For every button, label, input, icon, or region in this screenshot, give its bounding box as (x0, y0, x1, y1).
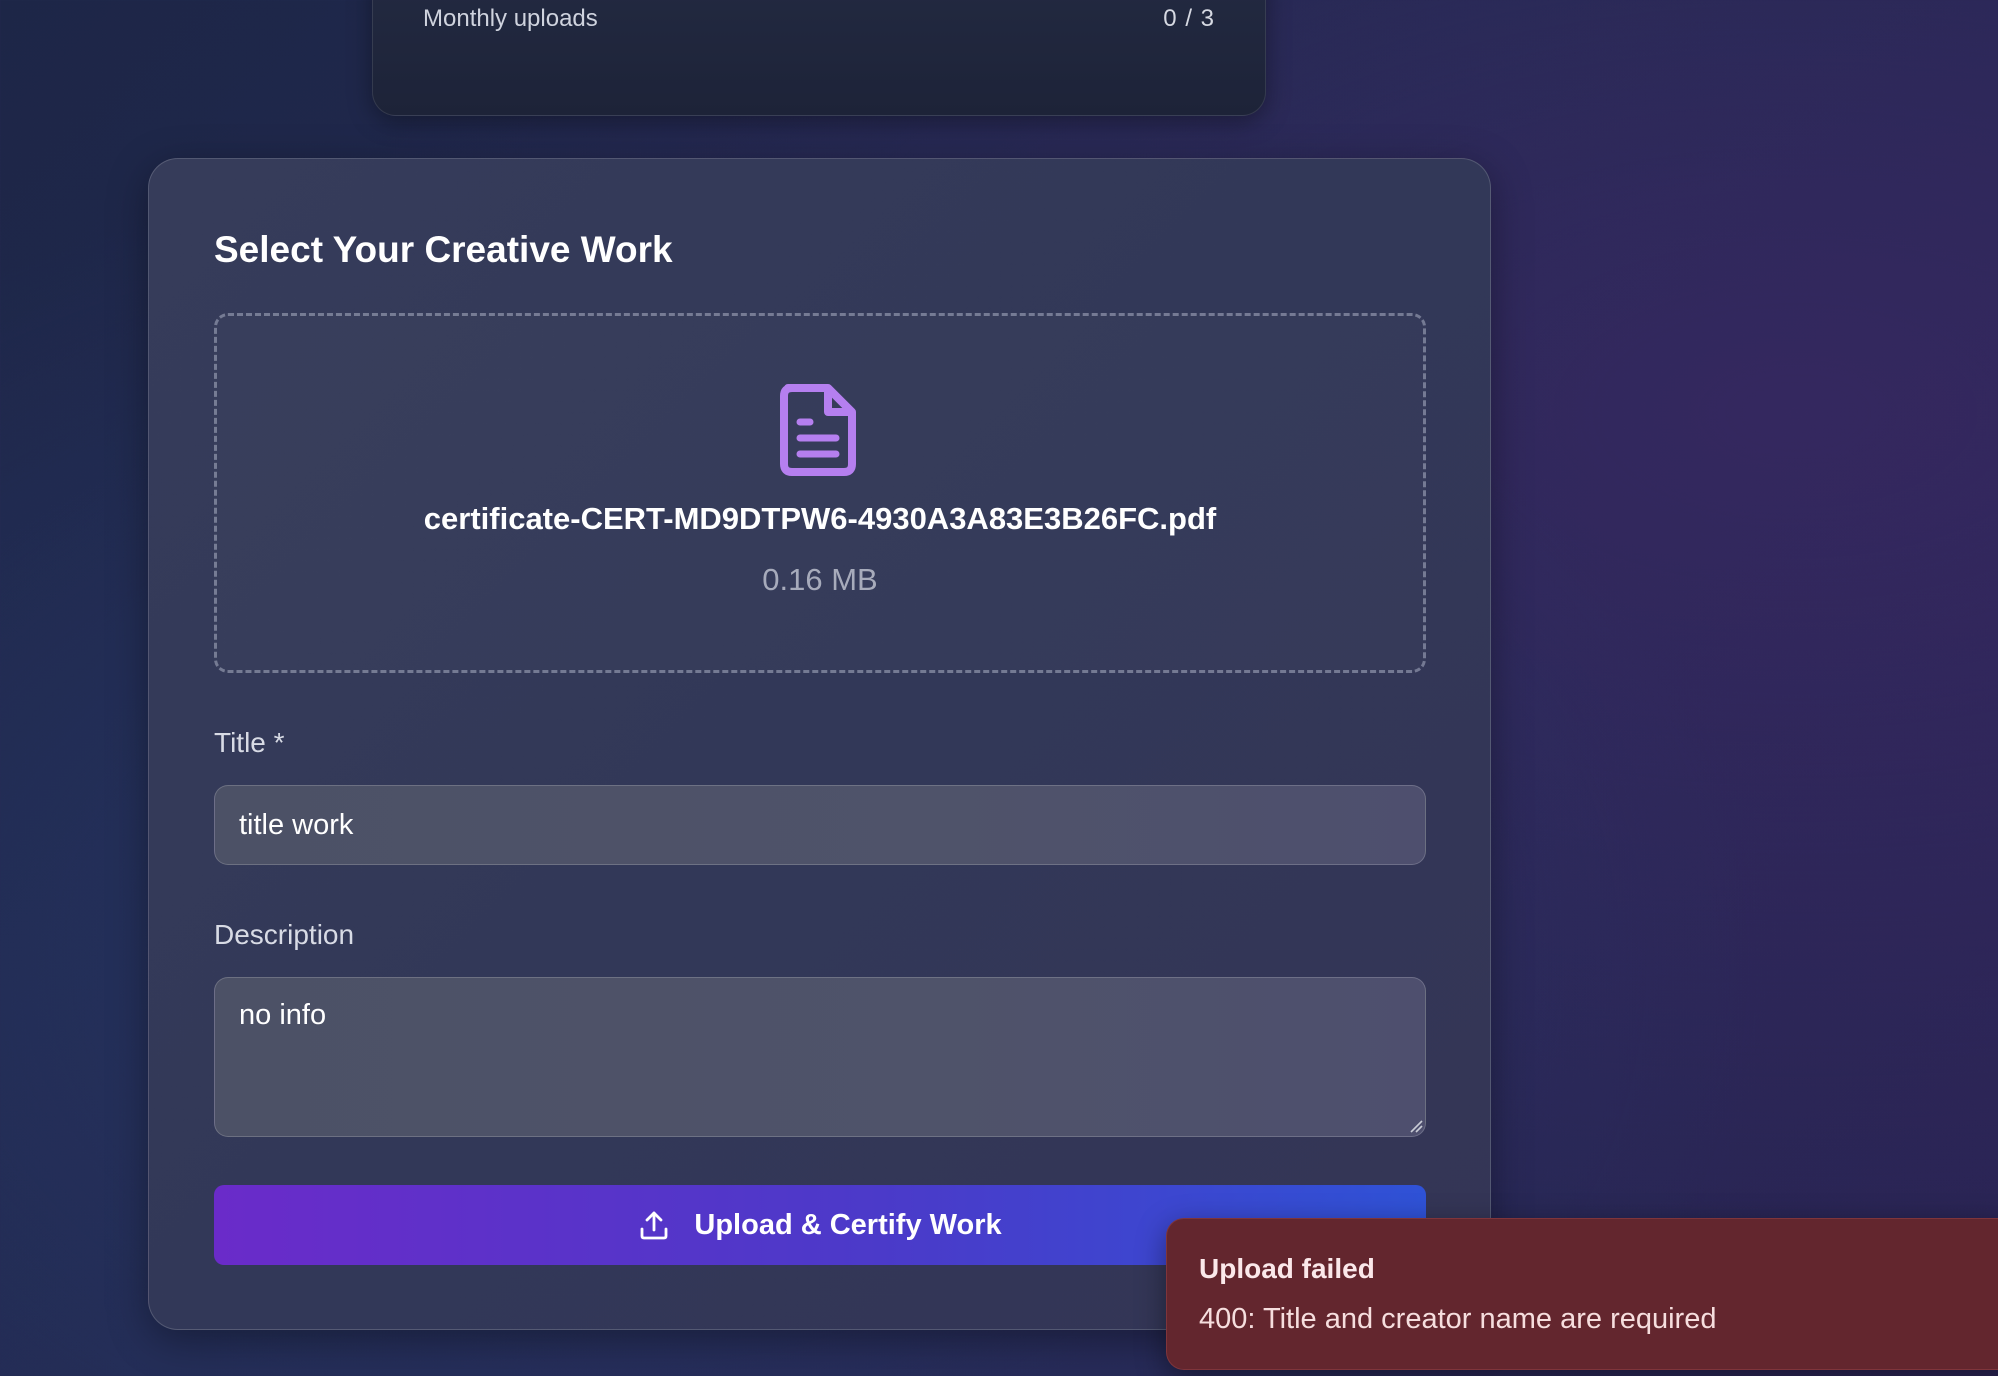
title-label: Title * (214, 727, 285, 758)
selected-file-size: 0.16 MB (762, 562, 878, 597)
description-label: Description (214, 919, 355, 950)
upload-card: Select Your Creative Work certificate-CE… (148, 158, 1491, 1330)
resize-handle-icon[interactable] (1409, 1119, 1423, 1133)
upload-icon (640, 1211, 668, 1240)
usage-stats-card: Monthly uploads 0 / 3 (372, 0, 1266, 116)
title-input[interactable] (214, 785, 1426, 865)
error-toast[interactable]: Upload failed 400: Title and creator nam… (1166, 1218, 1998, 1370)
toast-title: Upload failed (1199, 1253, 1375, 1284)
upload-button-label: Upload & Certify Work (694, 1208, 1002, 1241)
selected-file-name: certificate-CERT-MD9DTPW6-4930A3A83E3B26… (423, 501, 1217, 536)
monthly-uploads-value: 0 / 3 (1163, 5, 1215, 32)
toast-message: 400: Title and creator name are required (1199, 1303, 1717, 1335)
monthly-uploads-row: Monthly uploads 0 / 3 (423, 5, 1215, 33)
file-text-icon (780, 384, 856, 476)
card-title: Select Your Creative Work (214, 229, 673, 270)
file-dropzone[interactable]: certificate-CERT-MD9DTPW6-4930A3A83E3B26… (214, 313, 1426, 673)
monthly-uploads-label: Monthly uploads (423, 5, 598, 32)
description-textarea[interactable]: no info (214, 977, 1426, 1137)
